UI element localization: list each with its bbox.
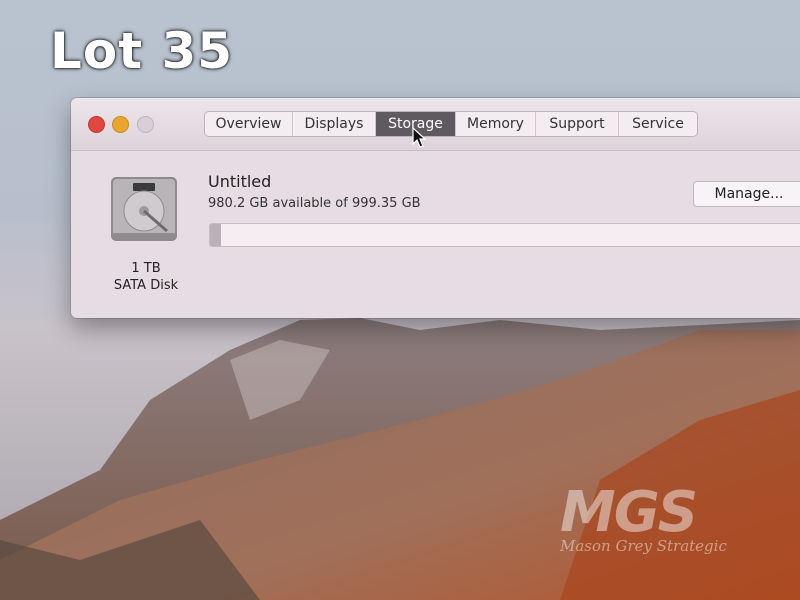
storage-usage-bar (209, 223, 800, 247)
watermark-logo: MGS (560, 480, 698, 545)
disk-capacity: 1 TB (131, 261, 161, 276)
minimize-window-button[interactable] (112, 116, 129, 133)
tab-overview[interactable]: Overview (205, 112, 293, 136)
zoom-window-button[interactable] (137, 116, 154, 133)
disk-type: SATA Disk (113, 278, 179, 293)
tab-support[interactable]: Support (536, 112, 619, 136)
window-titlebar: Overview Displays Storage Memory Support… (71, 98, 800, 151)
arrow-cursor-icon (412, 127, 426, 148)
disk-label: 1 TB SATA Disk (91, 260, 201, 294)
watermark-subtitle: Mason Grey Strategic (560, 537, 727, 555)
close-window-button[interactable] (88, 116, 105, 133)
manage-button[interactable]: Manage... (693, 181, 800, 207)
storage-usage-fill (210, 224, 222, 246)
tab-displays[interactable]: Displays (293, 112, 376, 136)
tab-service[interactable]: Service (619, 112, 697, 136)
tab-memory[interactable]: Memory (456, 112, 536, 136)
volume-availability: 980.2 GB available of 999.35 GB (208, 196, 421, 211)
about-this-mac-window: Overview Displays Storage Memory Support… (71, 98, 800, 318)
watermark: MGS Mason Grey Strategic (560, 480, 760, 556)
hard-disk-icon (111, 177, 177, 241)
volume-name: Untitled (208, 172, 272, 191)
tab-bar: Overview Displays Storage Memory Support… (204, 111, 698, 137)
lot-number-label: Lot 35 (50, 22, 234, 80)
